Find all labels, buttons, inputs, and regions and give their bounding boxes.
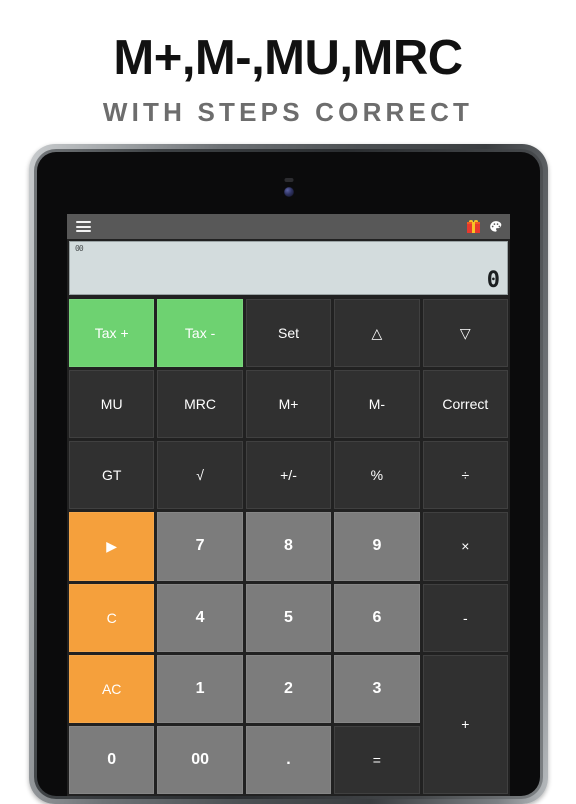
key-label: AC [101,680,122,697]
key-label: - [462,609,468,626]
key-C[interactable]: C [69,583,155,652]
key-3[interactable]: 3 [334,654,420,723]
key-label: GT [101,467,122,484]
key-5[interactable]: 5 [245,583,332,652]
hamburger-menu-icon[interactable] [76,221,91,232]
device-bezel: 00 0 Tax + Tax - Set △ ▽ MU MRC M+ M- Correct GT √ +… [37,152,540,796]
key-0[interactable]: 0 [69,725,155,794]
key-label: M+ [278,396,299,413]
key-label: ÷ [461,467,470,484]
key-[interactable]: ▶ [69,512,155,581]
key-[interactable]: △ [334,299,420,368]
key-label: √ [196,467,204,484]
key-label: % [370,467,384,484]
memory-indicator: 00 [75,244,84,253]
key-GT[interactable]: GT [69,441,155,510]
key-[interactable]: = [334,725,420,794]
device-inner-frame: 00 0 Tax + Tax - Set △ ▽ MU MRC M+ M- Correct GT √ +… [34,149,543,799]
key-label: . [286,750,291,768]
proximity-sensor-icon [284,178,293,182]
key-label: 8 [284,537,293,555]
key-label: MRC [184,396,217,413]
key-9[interactable]: 9 [334,512,420,581]
key-label: Tax - [184,325,216,342]
key-label: 00 [191,750,209,768]
key-label: Correct [442,396,489,413]
key-label: C [106,609,117,626]
tablet-device: 00 0 Tax + Tax - Set △ ▽ MU MRC M+ M- Correct GT √ +… [29,144,548,804]
key-6[interactable]: 6 [334,583,420,652]
key-AC[interactable]: AC [69,654,155,723]
key-label: 3 [372,679,382,697]
key-[interactable]: √ [157,441,243,510]
key-[interactable]: ÷ [422,441,508,510]
key-Correct[interactable]: Correct [422,370,508,439]
key-Set[interactable]: Set [245,299,332,368]
key-plusslashminus[interactable]: +/- [245,441,332,510]
key-label: M- [368,396,386,413]
key-label: MU [100,396,123,413]
gift-icon[interactable] [467,220,480,233]
key-[interactable]: × [422,512,508,581]
key-label: 1 [195,679,205,697]
key-Mminus[interactable]: M- [334,370,420,439]
key-[interactable]: ▽ [422,299,508,368]
key-4[interactable]: 4 [157,583,243,652]
appbar-actions [467,220,503,234]
promo-title: M+,M-,MU,MRC [113,31,463,85]
key-00[interactable]: 00 [157,725,243,794]
calculator-keypad: Tax + Tax - Set △ ▽ MU MRC M+ M- Correct GT √ +/-% ÷ ▶… [67,297,510,796]
key-Taxplus[interactable]: Tax + [69,299,155,368]
key-label: ▶ [106,538,118,555]
key-minus[interactable]: - [422,583,508,652]
key-2[interactable]: 2 [245,654,332,723]
key-MRC[interactable]: MRC [157,370,243,439]
key-label: 4 [195,608,205,626]
key-Taxminus[interactable]: Tax - [157,299,243,368]
key-label: 5 [284,608,293,626]
key-label: ▽ [459,325,471,342]
front-camera-icon [283,187,294,197]
key-label: 0 [107,750,117,768]
key-label: 7 [195,537,205,555]
key-8[interactable]: 8 [245,512,332,581]
palette-icon[interactable] [489,220,503,234]
key-[interactable]: % [334,441,420,510]
key-label: + [461,716,470,733]
key-label: 6 [372,608,382,626]
key-label: +/- [280,467,297,484]
key-label: × [461,538,470,555]
key-label: △ [371,325,383,342]
calculator-app-screen: 00 0 Tax + Tax - Set △ ▽ MU MRC M+ M- Correct GT √ +… [67,214,510,796]
key-[interactable]: . [245,725,332,794]
key-plus[interactable]: + [422,654,508,794]
calculator-display[interactable]: 00 0 [69,241,508,295]
promo-header: M+,M-,MU,MRC WITH STEPS CORRECT [0,0,576,125]
key-label: 9 [372,537,382,555]
key-7[interactable]: 7 [157,512,243,581]
key-1[interactable]: 1 [157,654,243,723]
key-label: = [372,751,381,768]
key-label: Tax + [94,325,129,342]
app-bar [67,214,510,239]
key-label: 2 [284,679,293,697]
promo-subtitle: WITH STEPS CORRECT [102,97,474,127]
key-label: Set [277,325,299,342]
key-Mplus[interactable]: M+ [245,370,332,439]
display-value: 0 [486,268,500,293]
key-MU[interactable]: MU [69,370,155,439]
